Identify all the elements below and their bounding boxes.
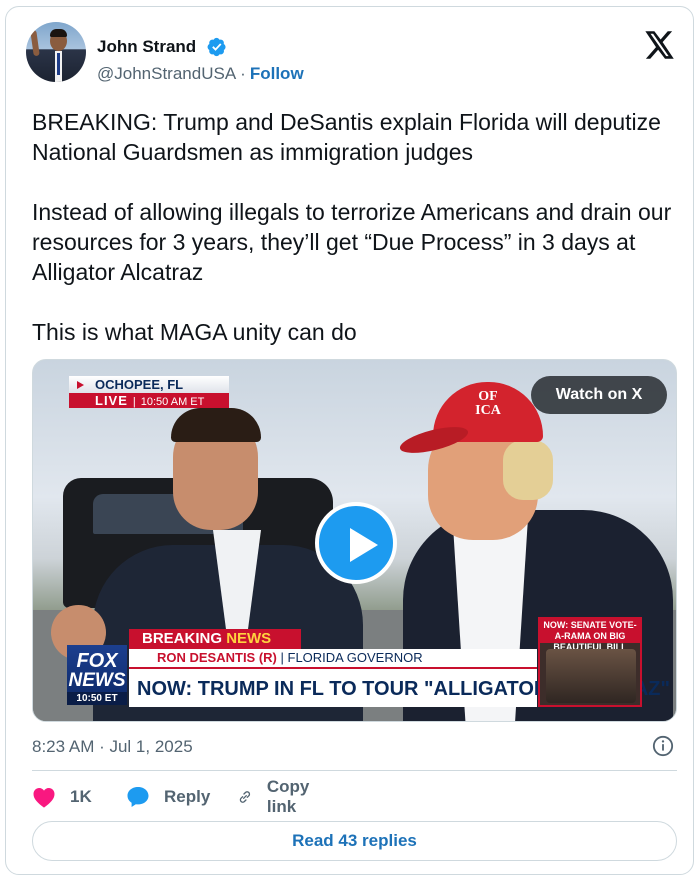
location-arrow-icon (77, 381, 84, 389)
tweet-text: BREAKING: Trump and DeSantis explain Flo… (32, 107, 682, 347)
author-handle-row: @JohnStrandUSA · Follow (97, 64, 304, 84)
breaking-news-bar: BREAKING NEWS (129, 629, 301, 649)
senate-chamber-image (546, 649, 636, 703)
fox-news-logo: FOX NEWS 10:50 ET (67, 645, 127, 705)
x-logo-icon[interactable] (645, 31, 675, 59)
reply-bubble-icon (127, 787, 149, 807)
speaker-right-hair (503, 440, 553, 500)
follow-button[interactable]: Follow (250, 64, 304, 83)
like-button[interactable]: 1K (32, 784, 92, 810)
side-news-label: NOW: SENATE VOTE-A-RAMA ON BIG BEAUTIFUL… (540, 619, 640, 652)
breaking-label: BREAKING (142, 630, 223, 647)
tweet-card: John Strand @JohnStrandUSA · Follow BREAKI… (5, 6, 694, 875)
breaking-news-label: NEWS (226, 630, 272, 647)
speaker-title: FLORIDA GOVERNOR (287, 650, 423, 665)
tweet-paragraph: Instead of allowing illegals to terroriz… (32, 199, 672, 285)
cap-lettering: OF ICA (475, 389, 501, 418)
read-replies-button[interactable]: Read 43 replies (32, 821, 677, 861)
location-badge: OCHOPEE, FL LIVE | 10:50 AM ET (69, 376, 229, 408)
video-player[interactable]: OF ICA OCHOPEE, FL LIVE | 10:50 AM ET Watc… (32, 359, 677, 722)
tweet-timestamp[interactable]: 8:23 AM · Jul 1, 2025 (32, 737, 193, 757)
network-logo-top: FOX (76, 650, 118, 672)
tweet-paragraph: This is what MAGA unity can do (32, 319, 357, 345)
speaker-chyron: RON DESANTIS (R) | FLORIDA GOVERNOR (129, 649, 537, 667)
reply-button[interactable]: Reply (126, 784, 210, 810)
watch-on-x-button[interactable]: Watch on X (531, 376, 667, 414)
location-label: OCHOPEE, FL (95, 377, 184, 392)
handle-separator: · (240, 64, 246, 83)
speaker-name: RON DESANTIS (R) (157, 650, 277, 665)
footer-divider (32, 770, 677, 771)
network-time: 10:50 ET (67, 692, 127, 705)
avatar-arm (30, 29, 40, 57)
avatar-hair (50, 29, 67, 37)
speaker-left-hair (171, 408, 261, 442)
side-news-box: NOW: SENATE VOTE-A-RAMA ON BIG BEAUTIFUL… (538, 617, 642, 707)
like-count: 1K (70, 787, 92, 806)
play-icon (350, 528, 378, 562)
headline-chyron: NOW: TRUMP IN FL TO TOUR "ALLIGATOR ALCA… (129, 667, 670, 707)
copy-link-button[interactable]: Copy link (237, 777, 318, 816)
author-avatar[interactable] (26, 22, 86, 82)
heart-icon (33, 788, 55, 808)
verified-badge-icon (207, 37, 226, 57)
info-icon[interactable] (652, 735, 674, 757)
network-logo-bottom: NEWS (68, 670, 126, 691)
live-time: 10:50 AM ET (140, 396, 205, 408)
avatar-tie (57, 53, 60, 75)
author-name[interactable]: John Strand (97, 37, 196, 57)
author-handle[interactable]: @JohnStrandUSA (97, 64, 236, 83)
tweet-paragraph: BREAKING: Trump and DeSantis explain Flo… (32, 109, 661, 165)
play-button[interactable] (315, 502, 397, 584)
live-label: LIVE (95, 393, 128, 408)
copy-link-label: Copy link (266, 777, 310, 816)
reply-label: Reply (164, 787, 211, 806)
link-icon (239, 791, 251, 803)
